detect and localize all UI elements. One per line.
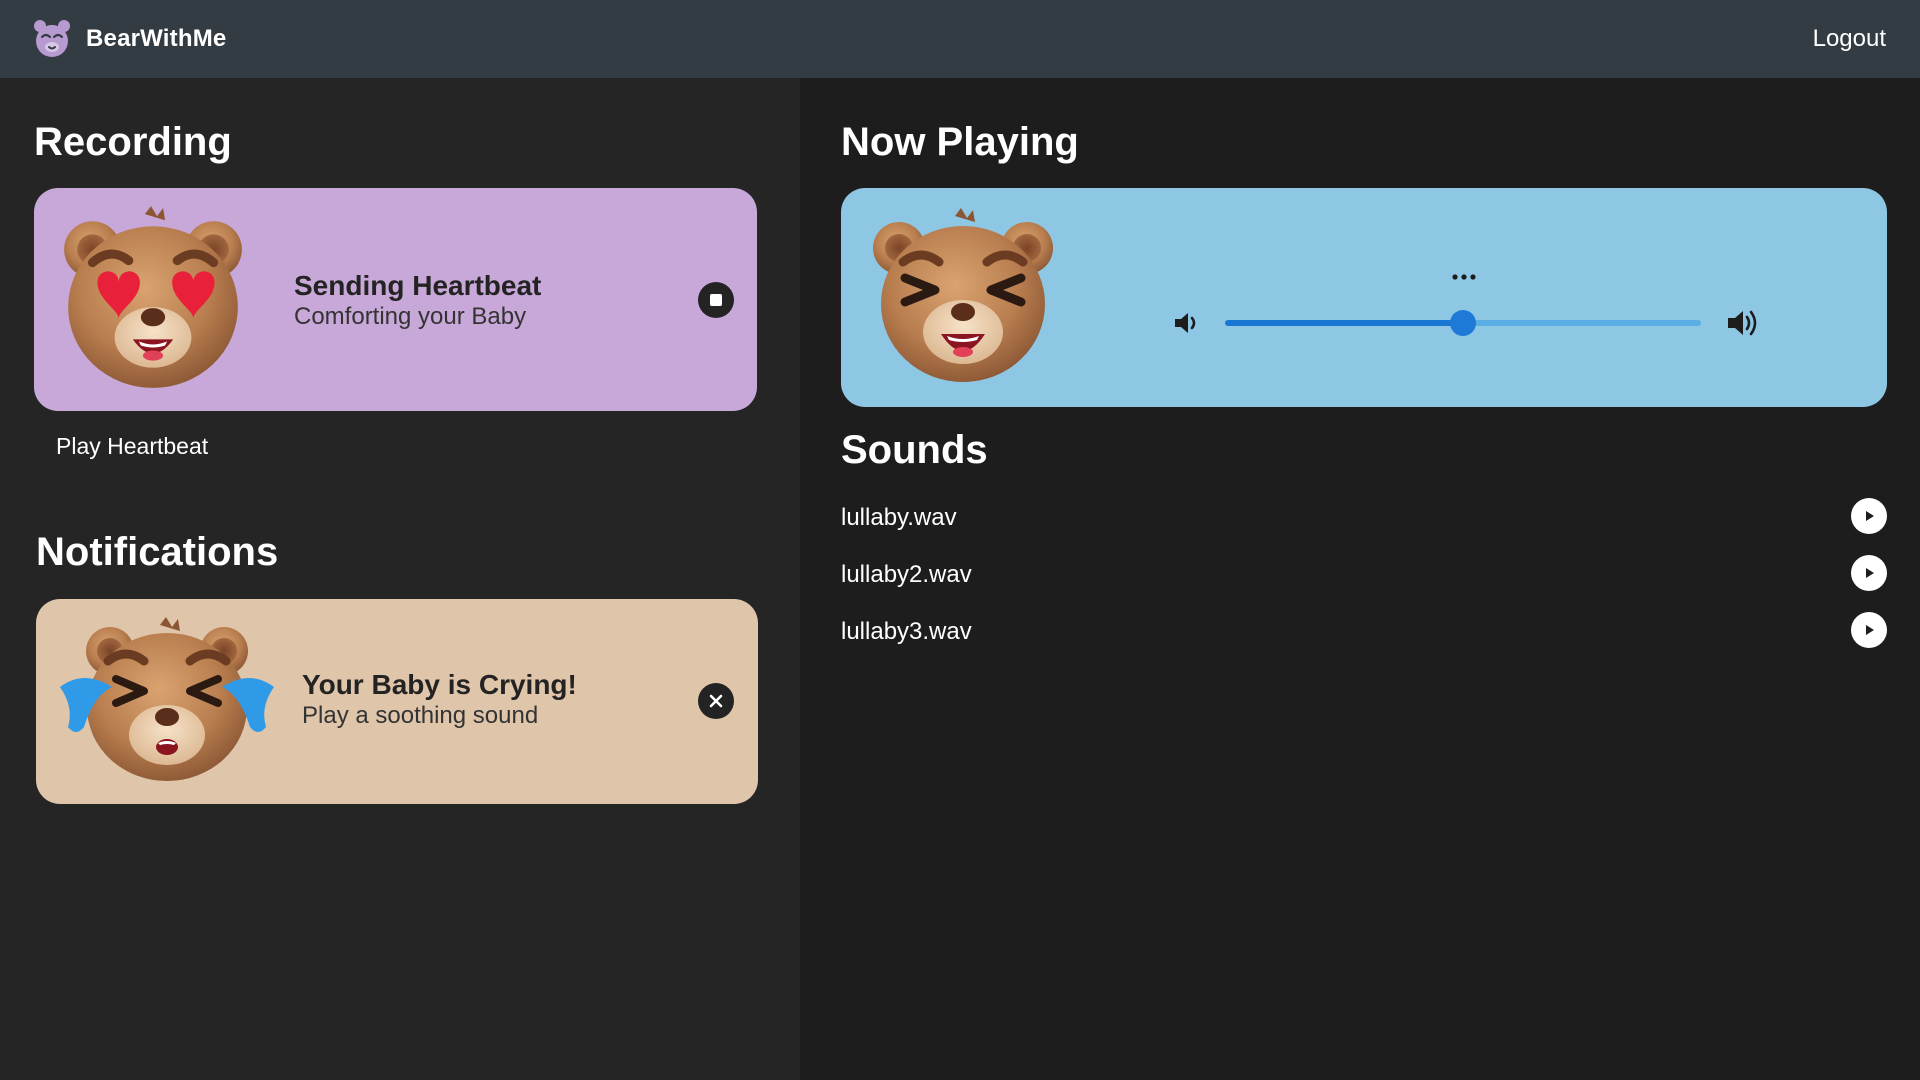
volume-slider-thumb[interactable] — [1450, 310, 1476, 336]
now-playing-card — [841, 188, 1887, 407]
sound-name: lullaby.wav — [841, 504, 957, 531]
app-name: BearWithMe — [86, 25, 227, 52]
volume-slider[interactable] — [1225, 310, 1701, 336]
play-icon — [1866, 625, 1874, 635]
recording-card-subtitle: Comforting your Baby — [294, 303, 527, 330]
more-horizontal-icon[interactable] — [1451, 272, 1477, 282]
play-sound-button[interactable] — [1851, 498, 1887, 534]
stop-recording-button[interactable] — [698, 282, 734, 318]
volume-down-icon[interactable] — [1171, 308, 1201, 338]
volume-slider-fill — [1225, 320, 1463, 326]
play-sound-button[interactable] — [1851, 555, 1887, 591]
sound-name: lullaby3.wav — [841, 618, 972, 645]
recording-card: Sending Heartbeat Comforting your Baby — [34, 188, 757, 411]
bear-heart-eyes-image — [64, 206, 242, 388]
sound-list-item: lullaby2.wav — [841, 555, 1887, 595]
stop-icon — [710, 294, 722, 306]
play-heartbeat-button[interactable]: Play Heartbeat — [56, 433, 208, 460]
right-panel: Now Playing Sounds lullaby.wav lullaby2.… — [800, 78, 1920, 1080]
bear-logo-icon — [34, 20, 70, 57]
notification-card-text: Your Baby is Crying! Play a soothing sou… — [302, 669, 577, 731]
logout-button[interactable]: Logout — [1813, 25, 1886, 53]
recording-title: Recording — [34, 120, 232, 164]
close-icon — [709, 694, 723, 708]
notification-card: Your Baby is Crying! Play a soothing sou… — [36, 599, 758, 804]
volume-up-icon[interactable] — [1725, 306, 1761, 340]
bear-crying-image — [60, 617, 274, 781]
sounds-title: Sounds — [841, 428, 988, 472]
sound-list-item: lullaby3.wav — [841, 612, 1887, 652]
play-icon — [1866, 511, 1874, 521]
brand[interactable]: BearWithMe — [32, 17, 226, 61]
recording-card-title: Sending Heartbeat — [294, 270, 542, 301]
left-panel: Recording Sending Heartbeat Comforting y… — [0, 78, 800, 1080]
dismiss-notification-button[interactable] — [698, 683, 734, 719]
recording-card-text: Sending Heartbeat Comforting your Baby — [294, 270, 541, 332]
notification-card-title: Your Baby is Crying! — [302, 669, 577, 700]
sound-list-item: lullaby.wav — [841, 498, 1887, 538]
now-playing-title: Now Playing — [841, 120, 1079, 164]
play-sound-button[interactable] — [1851, 612, 1887, 648]
notification-card-subtitle: Play a soothing sound — [302, 702, 539, 729]
notifications-title: Notifications — [36, 530, 279, 574]
top-bar: BearWithMe Logout — [0, 0, 1920, 78]
bear-laughing-image — [873, 208, 1053, 382]
sound-name: lullaby2.wav — [841, 561, 972, 588]
play-icon — [1866, 568, 1874, 578]
